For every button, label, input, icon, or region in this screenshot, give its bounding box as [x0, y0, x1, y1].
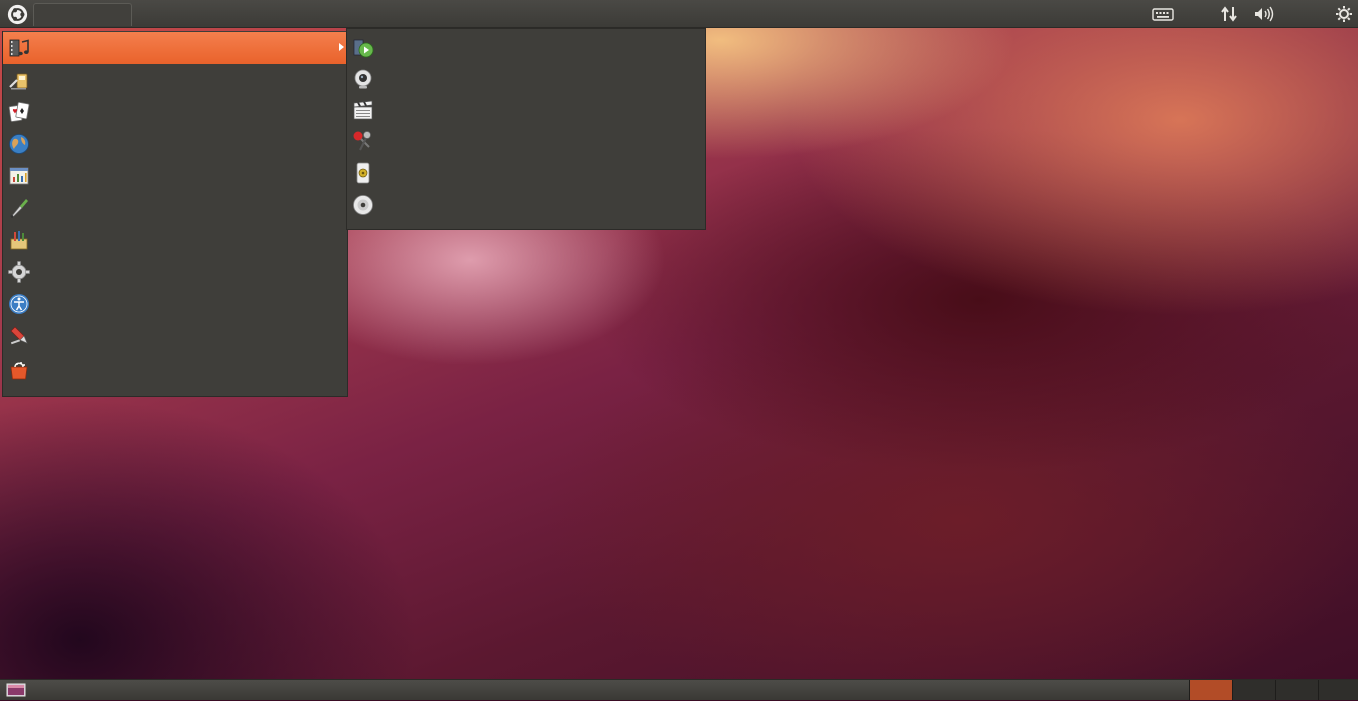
volume-indicator[interactable]	[1251, 4, 1277, 24]
session-indicator[interactable]	[1333, 4, 1355, 24]
applications-menu	[2, 31, 348, 397]
submenu-item-movie-editor[interactable]	[347, 95, 705, 126]
keyboard-indicator[interactable]	[1150, 4, 1176, 24]
menu-item-system-settings[interactable]	[3, 256, 347, 288]
other-icon	[8, 229, 30, 251]
office-icon	[8, 165, 30, 187]
bottom-panel	[0, 679, 1358, 700]
menu-item-software-center[interactable]	[3, 354, 347, 386]
workspace-4[interactable]	[1318, 680, 1358, 700]
universal-access-icon	[8, 293, 30, 315]
disc-burner-icon	[352, 194, 374, 216]
panel-menu-tab[interactable]	[33, 3, 132, 26]
workspace-3[interactable]	[1275, 680, 1318, 700]
submenu-item-music-player[interactable]	[347, 158, 705, 189]
system-tools-icon	[8, 325, 30, 347]
network-indicator[interactable]	[1218, 4, 1240, 24]
movie-editor-icon	[352, 99, 374, 121]
keyboard-icon	[1152, 8, 1174, 21]
ubuntu-logo-icon	[7, 4, 27, 24]
menu-item-sound-video[interactable]	[3, 32, 347, 64]
software-center-icon	[8, 359, 30, 381]
workspace-switcher	[1189, 680, 1358, 700]
workspace-1[interactable]	[1189, 680, 1232, 700]
network-icon	[1221, 6, 1237, 22]
accessories-icon	[8, 69, 30, 91]
sound-recorder-icon	[352, 130, 374, 152]
video-player-icon	[352, 37, 374, 59]
games-icon	[8, 101, 30, 123]
show-desktop-button[interactable]	[6, 683, 26, 697]
menu-item-internet[interactable]	[3, 128, 347, 160]
applications-menu-button[interactable]	[5, 3, 29, 25]
sound-video-icon	[8, 37, 30, 59]
menu-item-office[interactable]	[3, 160, 347, 192]
workspace-2[interactable]	[1232, 680, 1275, 700]
system-settings-gear-icon	[8, 261, 30, 283]
submenu-item-sound-recorder[interactable]	[347, 126, 705, 157]
menu-item-system-tools[interactable]	[3, 320, 347, 352]
top-panel	[0, 0, 1358, 28]
menu-item-games[interactable]	[3, 96, 347, 128]
volume-icon	[1255, 6, 1274, 22]
menu-item-graphics[interactable]	[3, 192, 347, 224]
sound-video-submenu	[346, 28, 706, 230]
menu-item-other[interactable]	[3, 224, 347, 256]
show-desktop-icon	[6, 683, 26, 697]
menu-item-universal-access[interactable]	[3, 288, 347, 320]
submenu-item-webcam[interactable]	[347, 64, 705, 95]
internet-globe-icon	[8, 133, 30, 155]
menu-item-accessories[interactable]	[3, 64, 347, 96]
webcam-icon	[352, 68, 374, 90]
session-gear-icon	[1336, 6, 1352, 22]
graphics-icon	[8, 197, 30, 219]
submenu-item-video-player[interactable]	[347, 33, 705, 64]
submenu-arrow-icon	[339, 43, 344, 51]
music-player-icon	[352, 162, 374, 184]
submenu-item-disc-burner[interactable]	[347, 190, 705, 221]
